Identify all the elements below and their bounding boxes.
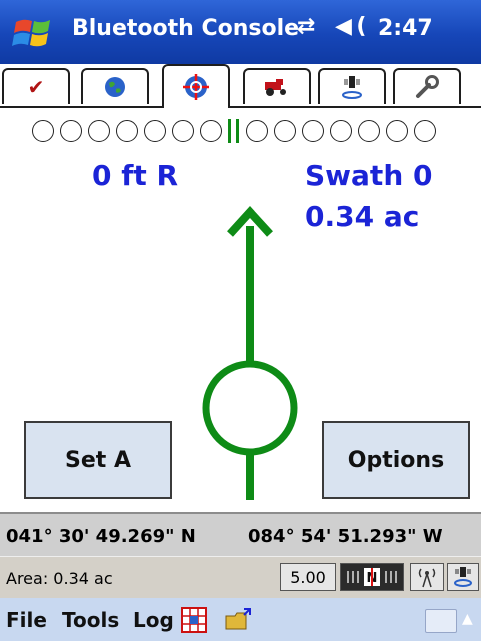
coordinates-bar: 041° 30' 49.269" N 084° 54' 51.293" W (0, 512, 481, 556)
tab-settings[interactable] (393, 68, 461, 104)
set-a-button[interactable]: Set A (24, 421, 172, 499)
clock[interactable]: 2:47 (378, 16, 433, 41)
input-panel-arrow-icon[interactable]: ▲ (462, 611, 473, 627)
tractor-icon (265, 79, 286, 96)
sync-arrows-icon[interactable]: ⇄ (297, 14, 315, 39)
tab-guidance[interactable] (162, 64, 230, 108)
globe-icon (105, 77, 125, 97)
windows-start-icon[interactable] (12, 14, 56, 52)
longitude: 084° 54' 51.293" W (248, 526, 443, 547)
grid-log-icon[interactable] (181, 607, 207, 633)
signal-tower-icon[interactable] (410, 563, 444, 591)
guidance-view[interactable]: 0 ft R Swath 0 0.34 ac Set A Options (0, 108, 481, 512)
keyboard-icon[interactable] (425, 609, 457, 633)
status-area: Area: 0.34 ac (6, 569, 113, 588)
tab-strip: ✔ (0, 64, 481, 108)
tab-globe[interactable] (81, 68, 149, 104)
north-indicator-icon[interactable]: N (340, 563, 404, 591)
zoom-level[interactable]: 5.00 (280, 563, 336, 591)
latitude: 041° 30' 49.269" N (6, 526, 196, 547)
menu-file[interactable]: File (6, 608, 47, 632)
menu-log[interactable]: Log (133, 608, 174, 632)
app-title: Bluetooth Console (72, 16, 300, 41)
title-bar: Bluetooth Console ⇄ ◀ ( 2:47 (0, 0, 481, 64)
tab-vehicle[interactable] (243, 68, 311, 104)
menu-tools[interactable]: Tools (62, 608, 119, 632)
tab-receiver[interactable] (318, 68, 386, 104)
wrench-icon (416, 75, 439, 98)
vehicle-position-marker (202, 360, 298, 456)
menu-bar: File Tools Log ▲ (0, 598, 481, 641)
checklist-icon: ✔ (27, 75, 45, 99)
speaker-icon[interactable]: ◀ ( (335, 14, 366, 39)
folder-open-icon[interactable] (224, 607, 254, 633)
gps-target-icon (183, 74, 209, 100)
status-bar: Area: 0.34 ac 5.00 N (0, 556, 481, 599)
receiver-icon[interactable] (447, 563, 479, 591)
antenna-icon (342, 76, 362, 99)
options-button[interactable]: Options (322, 421, 470, 499)
tab-checklist[interactable]: ✔ (2, 68, 70, 104)
